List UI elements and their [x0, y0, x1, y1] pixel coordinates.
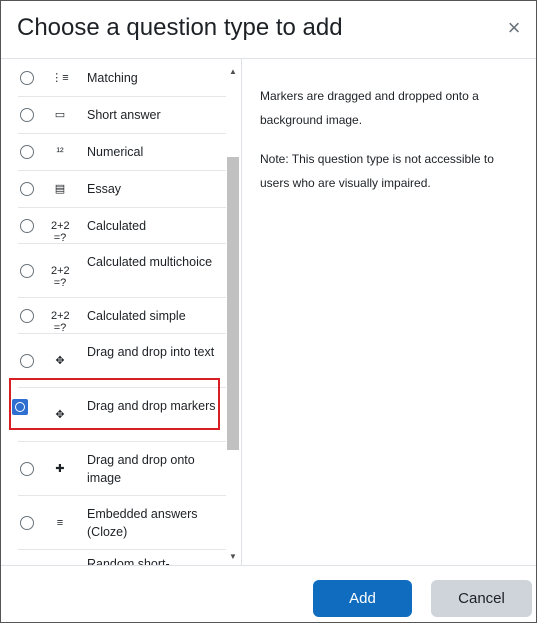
- option-radio[interactable]: [20, 145, 34, 159]
- question-type-option[interactable]: 2+2 =? Calculated simple: [18, 298, 226, 334]
- question-type-dialog: Choose a question type to add × ⋮≡ Matchi…: [0, 0, 537, 623]
- option-radio[interactable]: [20, 71, 34, 85]
- dialog-footer: Add Cancel: [1, 565, 536, 623]
- close-icon[interactable]: ×: [504, 16, 524, 40]
- short-answer-icon: ▭: [54, 109, 66, 121]
- selected-highlight: [9, 378, 220, 430]
- option-radio[interactable]: [20, 462, 34, 476]
- option-label: Calculated: [87, 219, 147, 233]
- option-radio[interactable]: [20, 219, 34, 233]
- option-radio[interactable]: [20, 264, 34, 278]
- option-radio[interactable]: [20, 182, 34, 196]
- option-label: Embedded answers (Cloze): [87, 507, 198, 539]
- calculated-icon: 2+2 =?: [51, 220, 70, 244]
- drag-drop-text-icon: ✥: [55, 355, 65, 367]
- scroll-thumb[interactable]: [227, 157, 239, 450]
- cloze-icon: ≡: [56, 517, 64, 529]
- option-label: Calculated simple: [87, 309, 186, 323]
- question-type-option[interactable]: ≡ Embedded answers (Cloze): [18, 496, 226, 550]
- option-label: Essay: [87, 182, 122, 196]
- matching-icon: ⋮≡: [51, 72, 69, 84]
- question-type-option[interactable]: :?:Random short-: [18, 550, 226, 565]
- option-label: Drag and drop into text: [87, 345, 215, 359]
- calculated-multichoice-icon: 2+2 =?: [51, 265, 70, 289]
- scroll-up-icon[interactable]: ▲: [228, 67, 238, 77]
- question-type-option[interactable]: 2+2 =? Calculated multichoice: [18, 244, 226, 298]
- cancel-button[interactable]: Cancel: [431, 580, 532, 617]
- question-type-option[interactable]: ▭ Short answer: [18, 97, 226, 134]
- question-type-option[interactable]: ¹² Numerical: [18, 134, 226, 171]
- numerical-icon: ¹²: [56, 146, 64, 158]
- option-radio[interactable]: [20, 108, 34, 122]
- question-type-list: ⋮≡ Matching ▭ Short answer ¹² Numerical ▤ Essay…: [1, 59, 242, 565]
- question-type-option[interactable]: ✚ Drag and drop onto image: [18, 442, 226, 496]
- accessibility-note: Note: This question type is not accessib…: [260, 152, 494, 190]
- dialog-title: Choose a question type to add: [17, 14, 343, 41]
- question-type-option[interactable]: 2+2 =? Calculated: [18, 208, 226, 244]
- question-type-option[interactable]: ▤ Essay: [18, 171, 226, 208]
- question-type-option[interactable]: ⋮≡ Matching: [18, 59, 226, 97]
- scrollbar[interactable]: ▲ ▼: [227, 59, 240, 565]
- option-radio[interactable]: [20, 354, 34, 368]
- option-label: Random short-: [87, 557, 170, 565]
- essay-icon: ▤: [54, 183, 66, 195]
- option-label: Short answer: [87, 108, 161, 122]
- option-label: Matching: [87, 71, 138, 85]
- option-label: Drag and drop onto image: [87, 453, 195, 485]
- description-text: Markers are dragged and dropped onto a b…: [260, 89, 479, 127]
- scroll-down-icon[interactable]: ▼: [228, 552, 238, 562]
- option-radio[interactable]: [20, 309, 34, 323]
- drag-drop-image-icon: ✚: [55, 463, 65, 475]
- selected-radio[interactable]: [12, 399, 28, 415]
- add-button[interactable]: Add: [313, 580, 412, 617]
- option-label: Calculated multichoice: [87, 255, 213, 269]
- dialog-header: Choose a question type to add ×: [1, 1, 536, 59]
- option-radio[interactable]: [20, 516, 34, 530]
- dialog-body: ⋮≡ Matching ▭ Short answer ¹² Numerical ▤ Essay…: [1, 59, 536, 565]
- option-label: Numerical: [87, 145, 144, 159]
- calculated-simple-icon: 2+2 =?: [51, 310, 70, 334]
